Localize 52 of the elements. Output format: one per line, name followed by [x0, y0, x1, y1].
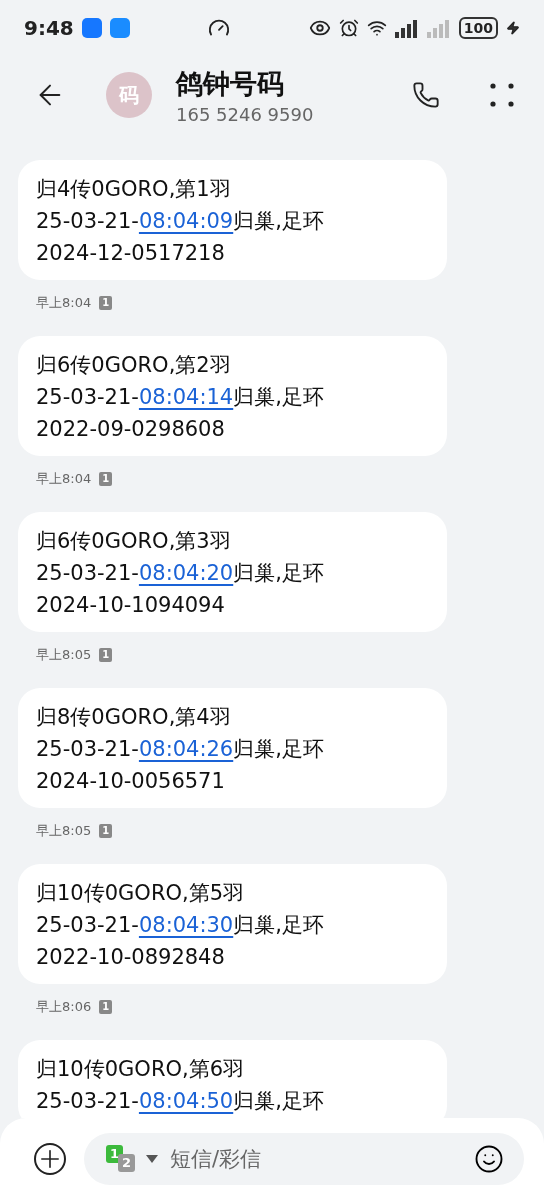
- message-text: 2022-09-0298608: [36, 416, 226, 443]
- message-text: 2024-12-0517218: [36, 240, 226, 267]
- message-text: 25-03-21-08:04:14归巢,足环: [36, 384, 325, 411]
- message-text: 归10传0GORO,第6羽: [36, 1056, 246, 1083]
- message-text: 归6传0GORO,第2羽: [36, 352, 232, 379]
- time-link[interactable]: 08:04:26: [138, 737, 234, 761]
- message-text: 25-03-21-08:04:30归巢,足环: [36, 912, 325, 939]
- message-text: 2022-10-0892848: [36, 944, 226, 971]
- time-link[interactable]: 08:04:09: [138, 209, 234, 233]
- battery-level: 100: [458, 17, 498, 39]
- message-time: 早上8:05: [36, 822, 92, 840]
- time-link[interactable]: 08:04:30: [138, 913, 234, 937]
- phone-number: 165 5246 9590: [176, 103, 315, 125]
- status-time: 9:48: [24, 16, 74, 40]
- wifi-icon: [366, 18, 387, 38]
- sim-badge: 1: [99, 824, 113, 838]
- signal-icon: [426, 18, 451, 38]
- sim-badge: 1: [99, 648, 113, 662]
- sim-badge: 1: [99, 296, 113, 310]
- app-icon: [109, 18, 130, 38]
- message-text: 归10传0GORO,第5羽: [36, 880, 246, 907]
- caret-icon: [146, 1155, 158, 1163]
- sim-selector[interactable]: 1 2: [106, 1145, 136, 1173]
- sim-badge: 1: [99, 472, 113, 486]
- message-field[interactable]: 1 2 短信/彩信: [84, 1133, 524, 1185]
- add-button[interactable]: [34, 1143, 66, 1175]
- message-text: 25-03-21-08:04:09归巢,足环: [36, 208, 325, 235]
- signal-icon: [394, 18, 419, 38]
- message-text: 归4传0GORO,第1羽: [36, 176, 232, 203]
- sim-badge: 1: [99, 1000, 113, 1014]
- time-link[interactable]: 08:04:14: [138, 385, 234, 409]
- message-time: 早上8:04: [36, 294, 92, 312]
- contact-name: 鸽钟号码: [176, 66, 285, 101]
- message-text: 归8传0GORO,第4羽: [36, 704, 232, 731]
- time-link[interactable]: 08:04:50: [138, 1089, 234, 1113]
- call-button[interactable]: [412, 81, 440, 109]
- message-text: 25-03-21-08:04:26归巢,足环: [36, 736, 325, 763]
- message-time: 早上8:06: [36, 998, 92, 1016]
- message-text: 25-03-21-08:04:20归巢,足环: [36, 560, 325, 587]
- message-text: 归6传0GORO,第3羽: [36, 528, 232, 555]
- message-text: 25-03-21-08:04:50归巢,足环: [36, 1088, 325, 1115]
- contact-avatar: 码: [106, 72, 152, 118]
- app-icon: [81, 18, 102, 38]
- more-icon[interactable]: [490, 83, 514, 107]
- alarm-icon: [338, 18, 359, 38]
- time-link[interactable]: 08:04:20: [138, 561, 234, 585]
- message-time: 早上8:05: [36, 646, 92, 664]
- message-text: 2024-10-1094094: [36, 592, 226, 619]
- emoji-icon[interactable]: [474, 1144, 504, 1174]
- charging-icon: [506, 21, 520, 35]
- message-time: 早上8:04: [36, 470, 92, 488]
- message-text: 2024-10-0056571: [36, 768, 226, 795]
